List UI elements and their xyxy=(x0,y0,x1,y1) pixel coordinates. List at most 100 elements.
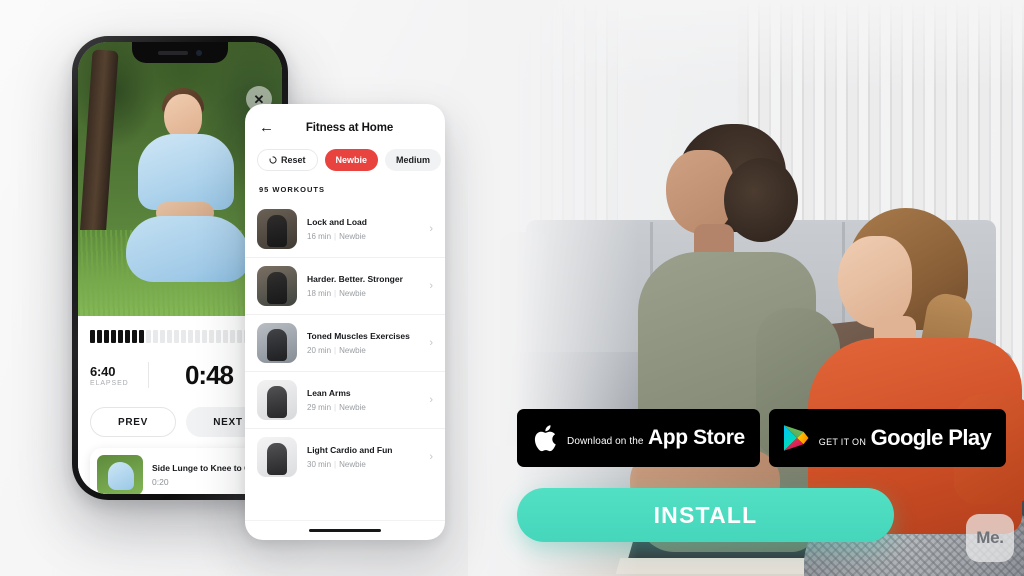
app-store-badge[interactable]: Download on the App Store xyxy=(517,409,760,467)
workout-subtitle: 30 min | Newbie xyxy=(307,460,419,469)
app-store-big-text: App Store xyxy=(648,425,745,449)
google-play-badge[interactable]: GET IT ON Google Play xyxy=(768,409,1007,467)
workout-thumbnail xyxy=(257,437,297,477)
elapsed-value: 6:40 xyxy=(90,363,116,379)
workout-separator: | xyxy=(334,289,337,298)
workout-subtitle: 20 min | Newbie xyxy=(307,346,419,355)
workout-thumbnail-figure xyxy=(267,272,287,304)
workout-title: Lock and Load xyxy=(307,217,367,227)
progress-segment xyxy=(118,330,123,343)
workout-subtitle: 29 min | Newbie xyxy=(307,403,419,412)
workout-info: Lean Arms 29 min | Newbie xyxy=(307,388,419,412)
install-button[interactable]: INSTALL xyxy=(517,488,894,542)
arrow-left-icon[interactable]: ← xyxy=(259,120,274,135)
workout-title: Light Cardio and Fun xyxy=(307,445,393,455)
google-play-big-text: Google Play xyxy=(870,425,992,450)
progress-segment xyxy=(209,330,214,343)
store-badge-row: Download on the App Store GET IT ON Goog… xyxy=(517,409,1007,467)
progress-segment xyxy=(104,330,109,343)
workout-thumbnail xyxy=(257,266,297,306)
progress-segment xyxy=(139,330,144,343)
ad-creative-stage: ✕ 6:40 ELAPSED 0:48 PREV NEXT Side Lunge… xyxy=(0,0,1024,576)
elapsed-label: ELAPSED xyxy=(90,379,129,387)
workout-thumbnail xyxy=(257,209,297,249)
workout-list[interactable]: Lock and Load 16 min | Newbie › Harder. Bette… xyxy=(245,201,445,520)
workout-title: Lean Arms xyxy=(307,388,351,398)
workout-level: Newbie xyxy=(339,403,366,412)
progress-segment xyxy=(125,330,130,343)
workout-duration: 20 min xyxy=(307,346,332,355)
card-header: ← Fitness at Home xyxy=(245,104,445,135)
workout-duration: 18 min xyxy=(307,289,332,298)
workout-list-item[interactable]: Toned Muscles Exercises 20 min | Newbie › xyxy=(245,314,445,371)
workout-title: Harder. Better. Stronger xyxy=(307,274,403,284)
up-next-thumbnail xyxy=(97,455,143,494)
workout-info: Toned Muscles Exercises 20 min | Newbie xyxy=(307,331,419,355)
workout-thumbnail-figure xyxy=(267,215,287,247)
workout-duration: 16 min xyxy=(307,232,332,241)
progress-segment xyxy=(216,330,221,343)
workout-count-label: 95 WORKOUTS xyxy=(259,185,326,194)
workout-thumbnail-figure xyxy=(267,386,287,418)
page-title: Fitness at Home xyxy=(305,121,394,134)
progress-segment xyxy=(167,330,172,343)
progress-segment xyxy=(230,330,235,343)
workout-separator: | xyxy=(334,232,337,241)
progress-segment xyxy=(188,330,193,343)
workout-info: Harder. Better. Stronger 18 min | Newbie xyxy=(307,274,419,298)
workout-thumbnail xyxy=(257,323,297,363)
workout-list-item[interactable]: Lock and Load 16 min | Newbie › xyxy=(245,201,445,257)
app-store-text: Download on the App Store xyxy=(567,425,745,450)
workout-separator: | xyxy=(334,403,337,412)
up-next-card[interactable]: Side Lunge to Knee to Chest 0:20 xyxy=(90,448,270,494)
chevron-right-icon: › xyxy=(429,337,433,349)
earpiece-speaker xyxy=(158,50,188,55)
workout-list-item[interactable]: Lean Arms 29 min | Newbie › xyxy=(245,371,445,428)
google-play-text: GET IT ON Google Play xyxy=(818,425,992,450)
progress-segment xyxy=(160,330,165,343)
progress-segment xyxy=(90,330,95,343)
workout-duration: 29 min xyxy=(307,403,332,412)
refresh-icon xyxy=(269,156,277,164)
workout-title: Toned Muscles Exercises xyxy=(307,331,410,341)
google-play-small-text: GET IT ON xyxy=(818,437,867,447)
workout-list-item[interactable]: Light Cardio and Fun 30 min | Newbie › xyxy=(245,428,445,485)
chevron-right-icon: › xyxy=(429,451,433,463)
filter-chip-newbie[interactable]: Newbie xyxy=(324,149,379,171)
apple-logo-icon xyxy=(534,424,556,451)
progress-segment xyxy=(97,330,102,343)
workout-separator: | xyxy=(334,460,337,469)
chevron-right-icon: › xyxy=(429,280,433,292)
progress-segment xyxy=(174,330,179,343)
filter-chip-reset[interactable]: Reset xyxy=(257,149,318,171)
workout-thumbnail xyxy=(257,380,297,420)
progress-segment xyxy=(181,330,186,343)
chevron-right-icon: › xyxy=(429,394,433,406)
front-camera-icon xyxy=(196,49,202,56)
workout-subtitle: 16 min | Newbie xyxy=(307,232,419,241)
chevron-right-icon: › xyxy=(429,223,433,235)
filter-chip-medium[interactable]: Medium xyxy=(385,149,442,171)
trainer-top xyxy=(138,134,234,210)
google-play-triangle-icon xyxy=(783,425,809,451)
workout-separator: | xyxy=(334,346,337,355)
workout-duration: 30 min xyxy=(307,460,332,469)
app-store-small-text: Download on the xyxy=(567,435,644,447)
workout-list-card: ← Fitness at Home ResetNewbieMediumAdvan… xyxy=(245,104,445,540)
player-time-row: 6:40 ELAPSED 0:48 xyxy=(90,355,270,395)
workout-subtitle: 18 min | Newbie xyxy=(307,289,419,298)
phone-notch xyxy=(132,42,228,63)
card-home-indicator xyxy=(245,520,445,540)
workout-info: Lock and Load 16 min | Newbie xyxy=(307,217,419,241)
elapsed-time: 6:40 ELAPSED xyxy=(90,364,148,387)
person-two-face xyxy=(838,236,912,328)
workout-level: Newbie xyxy=(339,232,366,241)
prev-button[interactable]: PREV xyxy=(90,407,176,437)
difficulty-filter-row: ResetNewbieMediumAdvanced xyxy=(245,135,445,171)
progress-segment xyxy=(153,330,158,343)
workout-progress-bar[interactable] xyxy=(90,330,270,343)
video-trainer xyxy=(122,88,252,284)
workout-thumbnail-figure xyxy=(267,443,287,475)
workout-list-item[interactable]: Harder. Better. Stronger 18 min | Newbie › xyxy=(245,257,445,314)
app-logo-watermark: Me. xyxy=(966,514,1014,562)
